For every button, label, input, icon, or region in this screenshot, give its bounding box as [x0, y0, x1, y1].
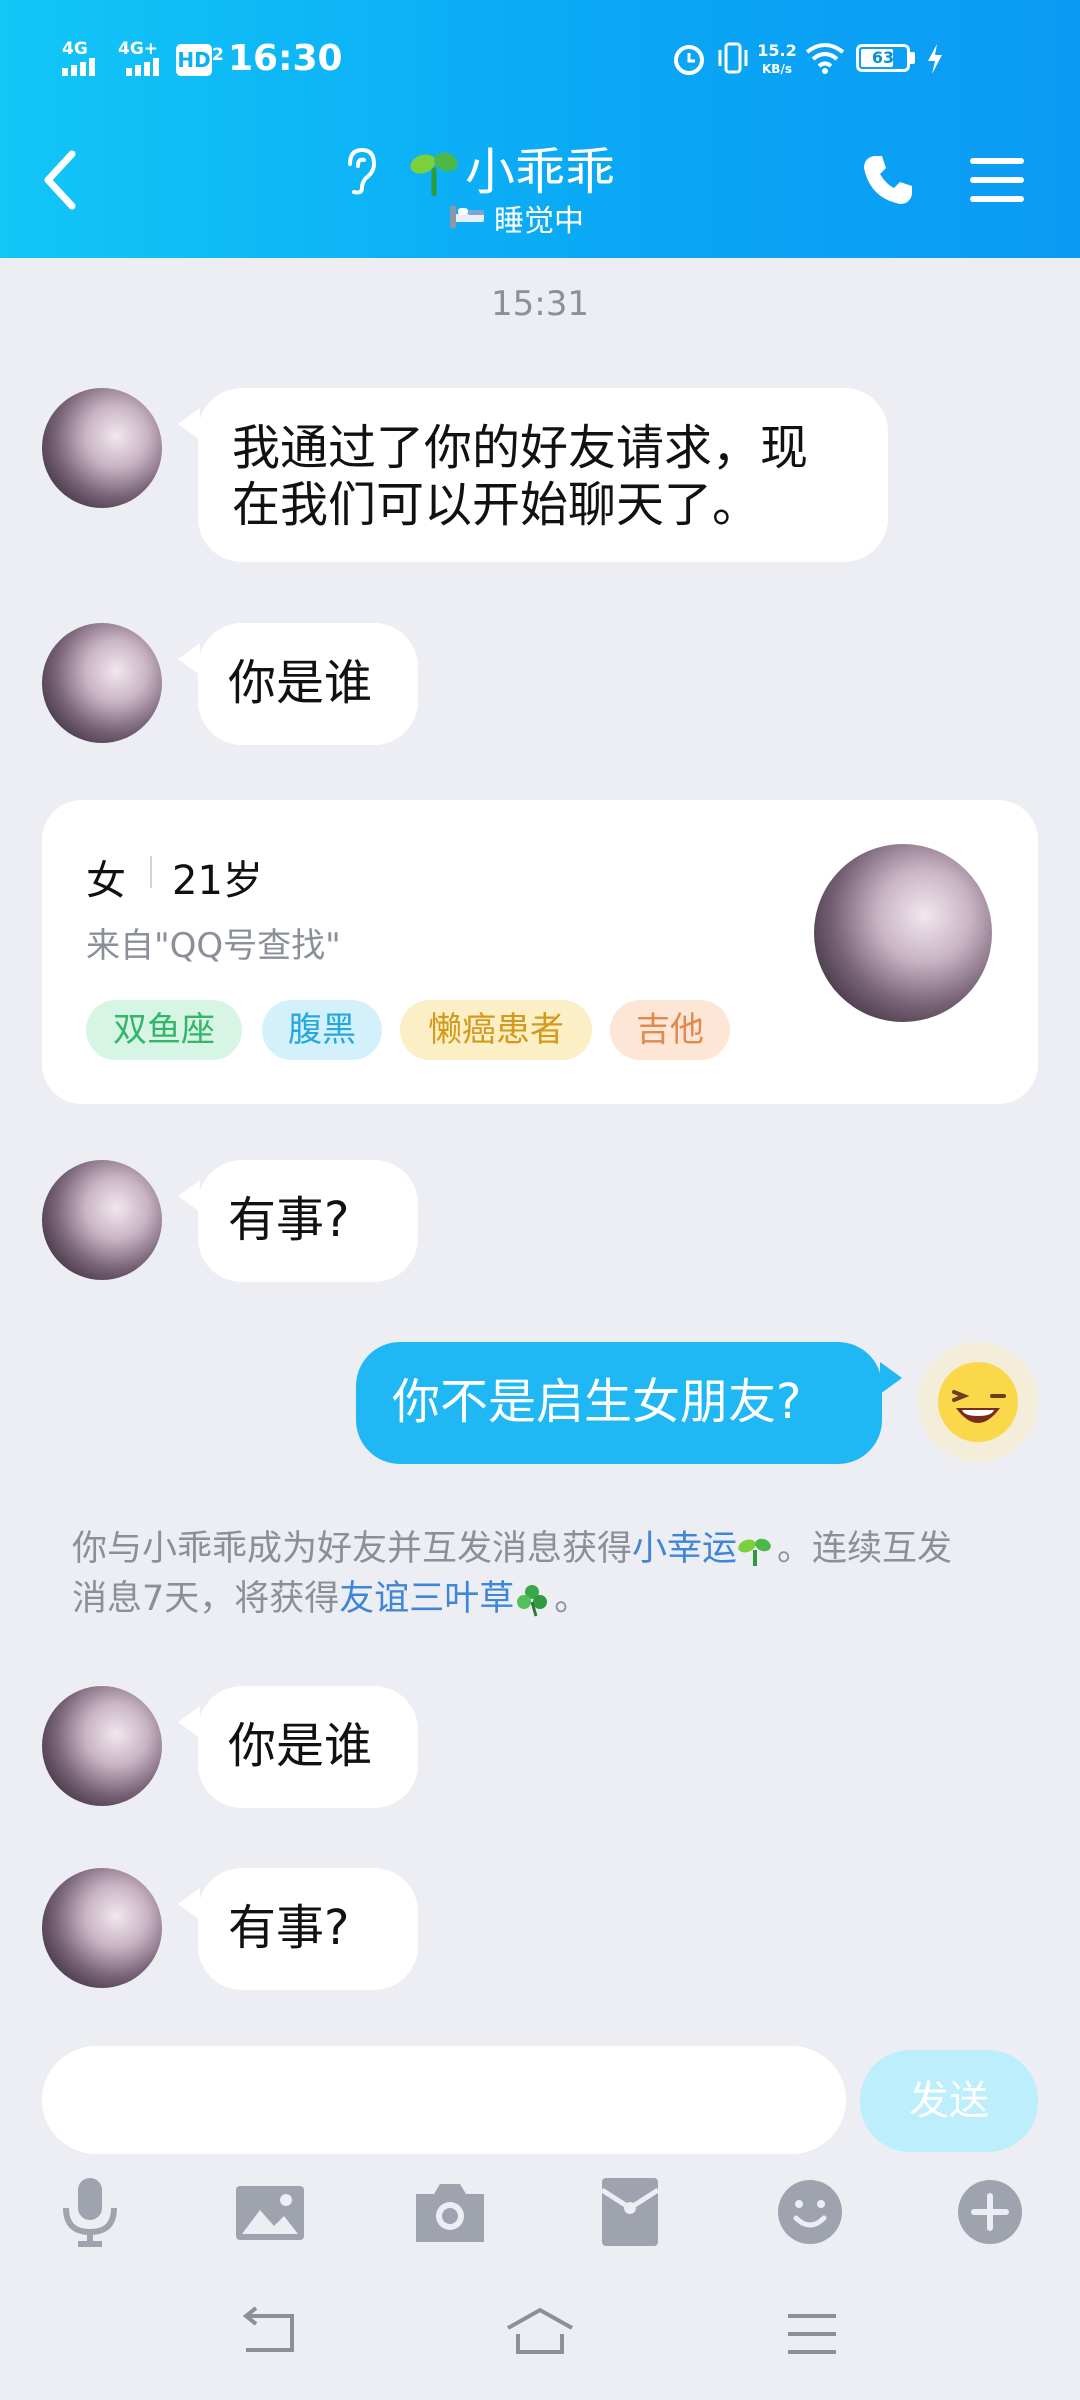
- microphone-icon: [63, 2178, 117, 2247]
- profile-gender: 女: [86, 858, 126, 904]
- bubble-tail: [178, 1888, 200, 1920]
- battery-icon: 63: [856, 44, 910, 72]
- profile-card[interactable]: 女 21岁 来自"QQ号查找" 双鱼座 腹黑 懒癌患者 吉他: [42, 800, 1038, 1104]
- voice-input-button[interactable]: [50, 2172, 130, 2252]
- contact-avatar[interactable]: [42, 1686, 162, 1806]
- emoji-button[interactable]: [770, 2172, 850, 2252]
- profile-tag: 吉他: [610, 1000, 730, 1060]
- sleeping-bed-icon: [448, 200, 486, 232]
- divider: [150, 856, 152, 888]
- bubble-tail: [178, 643, 200, 675]
- message-bubble[interactable]: 你是谁: [198, 1686, 418, 1808]
- contact-avatar[interactable]: [42, 623, 162, 743]
- red-packet-icon: [600, 2178, 660, 2246]
- camera-button[interactable]: [410, 2172, 490, 2252]
- profile-tag: 腹黑: [262, 1000, 382, 1060]
- message-input[interactable]: [42, 2046, 846, 2154]
- message-bubble[interactable]: 有事?: [198, 1160, 418, 1282]
- alarm-icon: [672, 42, 706, 80]
- system-home-button[interactable]: [504, 2306, 576, 2362]
- system-back-button[interactable]: [238, 2306, 298, 2362]
- signal-icon-1: [62, 58, 110, 80]
- friendship-notice: 你与小乖乖成为好友并互发消息获得小幸运 。连续互发 消息7天，将获得友谊三叶草。: [72, 1529, 953, 1619]
- sprout-icon: [408, 148, 460, 200]
- hd-badge: HD: [176, 44, 212, 76]
- clover-icon: [514, 1582, 554, 1618]
- system-recents-button[interactable]: [784, 2310, 840, 2362]
- profile-tag: 懒癌患者: [400, 1000, 592, 1060]
- profile-avatar[interactable]: [814, 844, 992, 1022]
- network-indicator-2: 4G+: [118, 39, 159, 59]
- bubble-tail: [178, 1706, 200, 1738]
- contact-avatar[interactable]: [42, 1868, 162, 1988]
- net-speed: 15.2 KB/s: [757, 41, 797, 77]
- charging-icon: [926, 44, 944, 78]
- plus-circle-icon: [958, 2180, 1022, 2244]
- profile-age: 21岁: [172, 858, 263, 904]
- vibrate-icon: [715, 40, 751, 80]
- image-icon: [236, 2186, 304, 2240]
- my-message-bubble[interactable]: 你不是启生女朋友?: [356, 1342, 882, 1464]
- message-bubble[interactable]: 我通过了你的好友请求，现 在我们可以开始聊天了。: [198, 388, 888, 562]
- photo-picker-button[interactable]: [230, 2172, 310, 2252]
- message-bubble[interactable]: 你是谁: [198, 623, 418, 745]
- phone-call-button[interactable]: [860, 152, 916, 212]
- ear-icon[interactable]: [340, 146, 380, 200]
- back-arrow-icon: [242, 2306, 294, 2352]
- signal-icon-2: [126, 58, 170, 80]
- wifi-icon: [805, 42, 845, 78]
- hd-sub: 2: [212, 45, 224, 65]
- message-timestamp: 15:31: [491, 284, 589, 324]
- recents-icon: [788, 2314, 836, 2354]
- laughing-face-icon: [938, 1362, 1018, 1442]
- back-button[interactable]: [40, 148, 80, 216]
- contact-avatar[interactable]: [42, 1160, 162, 1280]
- clock: 16:30: [228, 38, 343, 79]
- contact-avatar[interactable]: [42, 388, 162, 508]
- bubble-tail: [178, 408, 200, 440]
- send-button[interactable]: 发送: [860, 2050, 1038, 2152]
- contact-name[interactable]: 小乖乖: [465, 132, 615, 204]
- profile-source: 来自"QQ号查找": [86, 926, 341, 966]
- bubble-tail: [880, 1362, 902, 1394]
- message-bubble[interactable]: 有事?: [198, 1868, 418, 1990]
- home-icon: [507, 2307, 573, 2354]
- bubble-tail: [178, 1180, 200, 1212]
- network-indicator-1: 4G: [62, 39, 88, 59]
- lucky-link[interactable]: 小幸运: [632, 1529, 737, 1569]
- smiley-icon: [778, 2180, 842, 2244]
- more-options-button[interactable]: [950, 2172, 1030, 2252]
- contact-status: 睡觉中: [494, 204, 584, 239]
- red-packet-button[interactable]: [590, 2172, 670, 2252]
- battery-tip: [910, 52, 915, 64]
- sprout-icon: [737, 1532, 777, 1568]
- profile-tag: 双鱼座: [86, 1000, 242, 1060]
- camera-icon: [416, 2184, 484, 2242]
- menu-button[interactable]: [970, 156, 1024, 208]
- clover-link[interactable]: 友谊三叶草: [339, 1579, 514, 1619]
- my-avatar[interactable]: [918, 1342, 1038, 1462]
